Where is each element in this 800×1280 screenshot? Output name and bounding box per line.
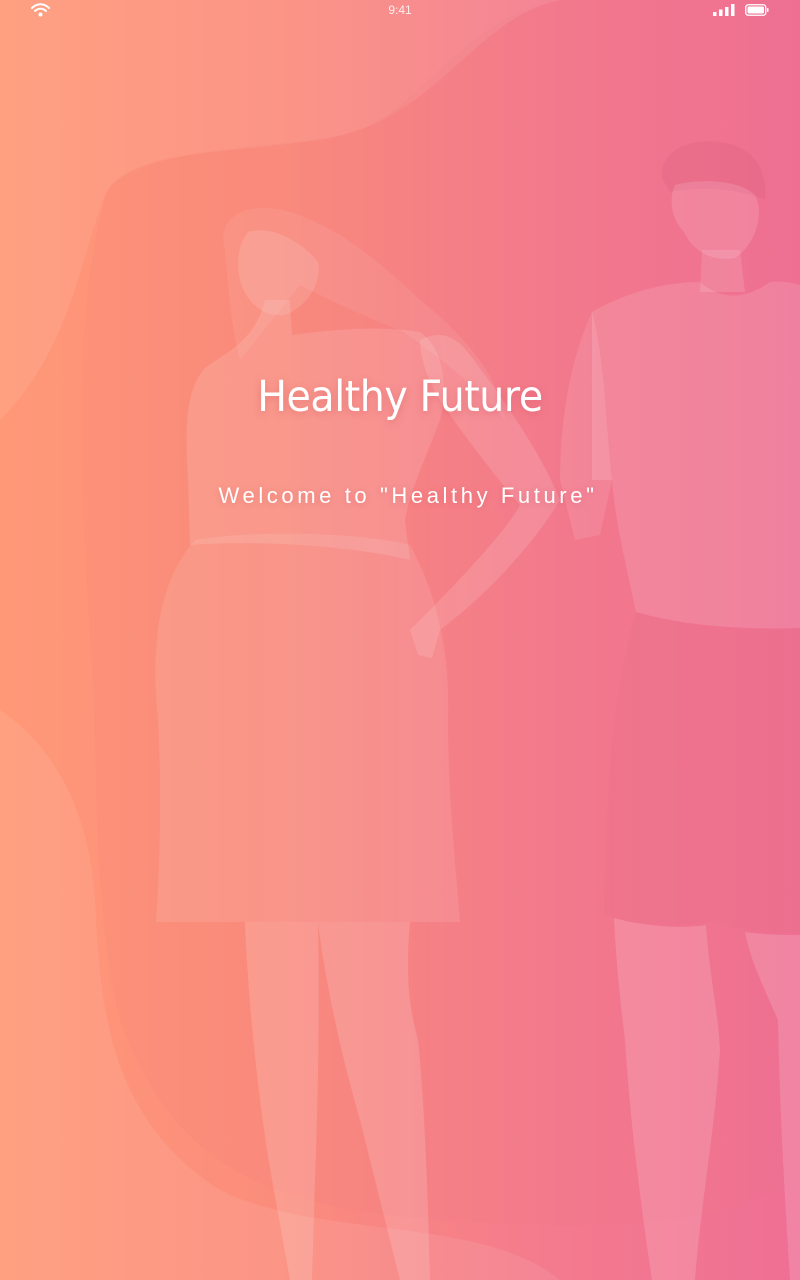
- app-title: Healthy Future: [257, 372, 543, 422]
- battery-icon: [745, 4, 769, 16]
- man-leg-left: [614, 918, 720, 1280]
- man-shorts: [604, 612, 800, 933]
- splash-screen: 9:41 Healthy Future Welcome to "Healthy …: [0, 0, 800, 1280]
- welcome-subtitle: Welcome to "Healthy Future": [218, 483, 598, 508]
- status-time: 9:41: [388, 3, 412, 17]
- status-bar: 9:41: [0, 0, 800, 22]
- man-neck: [700, 250, 745, 292]
- woman-dress: [155, 533, 460, 922]
- background-illustration: [0, 0, 800, 1280]
- signal-icon: [713, 4, 735, 16]
